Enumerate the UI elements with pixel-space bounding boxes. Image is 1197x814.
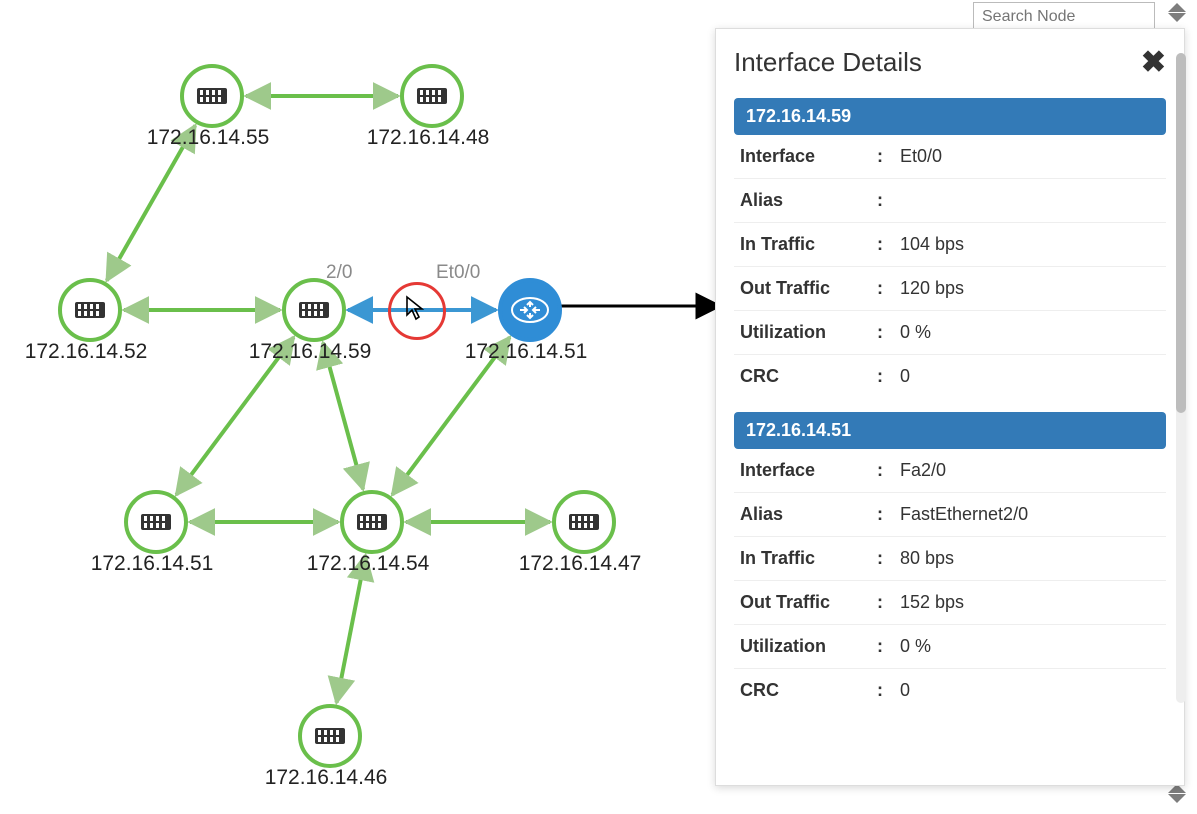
edge-n54-n46[interactable] bbox=[337, 555, 366, 702]
table-row: Out Traffic:120 bps bbox=[734, 267, 1166, 311]
switch-icon bbox=[357, 514, 387, 530]
prop-value: 0 bbox=[894, 355, 1166, 399]
prop-value: 104 bps bbox=[894, 223, 1166, 267]
table-row: CRC:0 bbox=[734, 355, 1166, 399]
table-row: In Traffic:80 bps bbox=[734, 537, 1166, 581]
prop-key: CRC bbox=[734, 355, 866, 399]
colon: : bbox=[866, 135, 894, 179]
colon: : bbox=[866, 267, 894, 311]
node-172-16-14-52[interactable] bbox=[58, 278, 122, 342]
node-172-16-14-47[interactable] bbox=[552, 490, 616, 554]
scroll-down-icon[interactable] bbox=[1168, 794, 1186, 803]
table-row: Alias: bbox=[734, 179, 1166, 223]
scroll-down-icon[interactable] bbox=[1168, 13, 1186, 22]
colon: : bbox=[866, 311, 894, 355]
node-bar[interactable]: 172.16.14.59 bbox=[734, 98, 1166, 135]
prop-table: Interface:Fa2/0Alias:FastEthernet2/0In T… bbox=[734, 449, 1166, 712]
table-row: CRC:0 bbox=[734, 669, 1166, 713]
table-row: In Traffic:104 bps bbox=[734, 223, 1166, 267]
switch-icon bbox=[141, 514, 171, 530]
search-input[interactable] bbox=[974, 3, 1154, 31]
prop-value: 0 % bbox=[894, 625, 1166, 669]
node-label: 172.16.14.52 bbox=[21, 340, 151, 364]
edge-label-to: Et0/0 bbox=[436, 262, 480, 284]
node-172-16-14-51[interactable] bbox=[124, 490, 188, 554]
prop-key: Utilization bbox=[734, 311, 866, 355]
table-row: Out Traffic:152 bps bbox=[734, 581, 1166, 625]
prop-key: Alias bbox=[734, 179, 866, 223]
node-label: 172.16.14.51 bbox=[461, 340, 591, 364]
prop-value: 120 bps bbox=[894, 267, 1166, 311]
colon: : bbox=[866, 223, 894, 267]
prop-value: FastEthernet2/0 bbox=[894, 493, 1166, 537]
colon: : bbox=[866, 449, 894, 493]
switch-icon bbox=[197, 88, 227, 104]
prop-key: Out Traffic bbox=[734, 267, 866, 311]
colon: : bbox=[866, 355, 894, 399]
node-172-16-14-54[interactable] bbox=[340, 490, 404, 554]
node-label: 172.16.14.48 bbox=[363, 126, 493, 150]
node-label: 172.16.14.55 bbox=[143, 126, 273, 150]
panel-body: 172.16.14.59Interface:Et0/0Alias:In Traf… bbox=[734, 98, 1166, 712]
edge-n59-n54[interactable] bbox=[323, 343, 363, 489]
outer-scroll-top[interactable] bbox=[1163, 2, 1191, 23]
router-icon bbox=[510, 290, 550, 330]
close-icon[interactable]: ✖ bbox=[1141, 48, 1166, 78]
node-label: 172.16.14.54 bbox=[303, 552, 433, 576]
prop-key: CRC bbox=[734, 669, 866, 713]
prop-key: Interface bbox=[734, 135, 866, 179]
prop-value: Fa2/0 bbox=[894, 449, 1166, 493]
node-172-16-14-55[interactable] bbox=[180, 64, 244, 128]
prop-value: Et0/0 bbox=[894, 135, 1166, 179]
node-label: 172.16.14.59 bbox=[245, 340, 375, 364]
colon: : bbox=[866, 581, 894, 625]
node-172-16-14-51[interactable] bbox=[498, 278, 562, 342]
prop-key: In Traffic bbox=[734, 223, 866, 267]
switch-icon bbox=[315, 728, 345, 744]
outer-scroll-bottom[interactable] bbox=[1163, 783, 1191, 804]
panel-title: Interface Details bbox=[734, 47, 922, 78]
colon: : bbox=[866, 625, 894, 669]
table-row: Interface:Fa2/0 bbox=[734, 449, 1166, 493]
prop-value: 0 % bbox=[894, 311, 1166, 355]
node-label: 172.16.14.46 bbox=[261, 766, 391, 790]
colon: : bbox=[866, 493, 894, 537]
scroll-up-icon[interactable] bbox=[1168, 3, 1186, 12]
colon: : bbox=[866, 179, 894, 223]
node-label: 172.16.14.51 bbox=[87, 552, 217, 576]
panel-scrollbar[interactable] bbox=[1176, 53, 1186, 703]
node-172-16-14-48[interactable] bbox=[400, 64, 464, 128]
prop-value: 0 bbox=[894, 669, 1166, 713]
edge-label-from: 2/0 bbox=[326, 262, 352, 284]
prop-value: 80 bps bbox=[894, 537, 1166, 581]
node-172-16-14-46[interactable] bbox=[298, 704, 362, 768]
panel-scroll-thumb[interactable] bbox=[1176, 53, 1186, 413]
prop-table: Interface:Et0/0Alias:In Traffic:104 bpsO… bbox=[734, 135, 1166, 398]
prop-key: Interface bbox=[734, 449, 866, 493]
prop-value: 152 bps bbox=[894, 581, 1166, 625]
prop-key: Alias bbox=[734, 493, 866, 537]
node-172-16-14-59[interactable] bbox=[282, 278, 346, 342]
node-bar[interactable]: 172.16.14.51 bbox=[734, 412, 1166, 449]
colon: : bbox=[866, 669, 894, 713]
switch-icon bbox=[569, 514, 599, 530]
switch-icon bbox=[75, 302, 105, 318]
colon: : bbox=[866, 537, 894, 581]
table-row: Interface:Et0/0 bbox=[734, 135, 1166, 179]
table-row: Alias:FastEthernet2/0 bbox=[734, 493, 1166, 537]
prop-key: In Traffic bbox=[734, 537, 866, 581]
prop-key: Out Traffic bbox=[734, 581, 866, 625]
switch-icon bbox=[299, 302, 329, 318]
table-row: Utilization:0 % bbox=[734, 311, 1166, 355]
table-row: Utilization:0 % bbox=[734, 625, 1166, 669]
interface-details-panel: Interface Details ✖ 172.16.14.59Interfac… bbox=[715, 28, 1185, 786]
prop-value bbox=[894, 179, 1166, 223]
switch-icon bbox=[417, 88, 447, 104]
node-label: 172.16.14.47 bbox=[515, 552, 645, 576]
prop-key: Utilization bbox=[734, 625, 866, 669]
